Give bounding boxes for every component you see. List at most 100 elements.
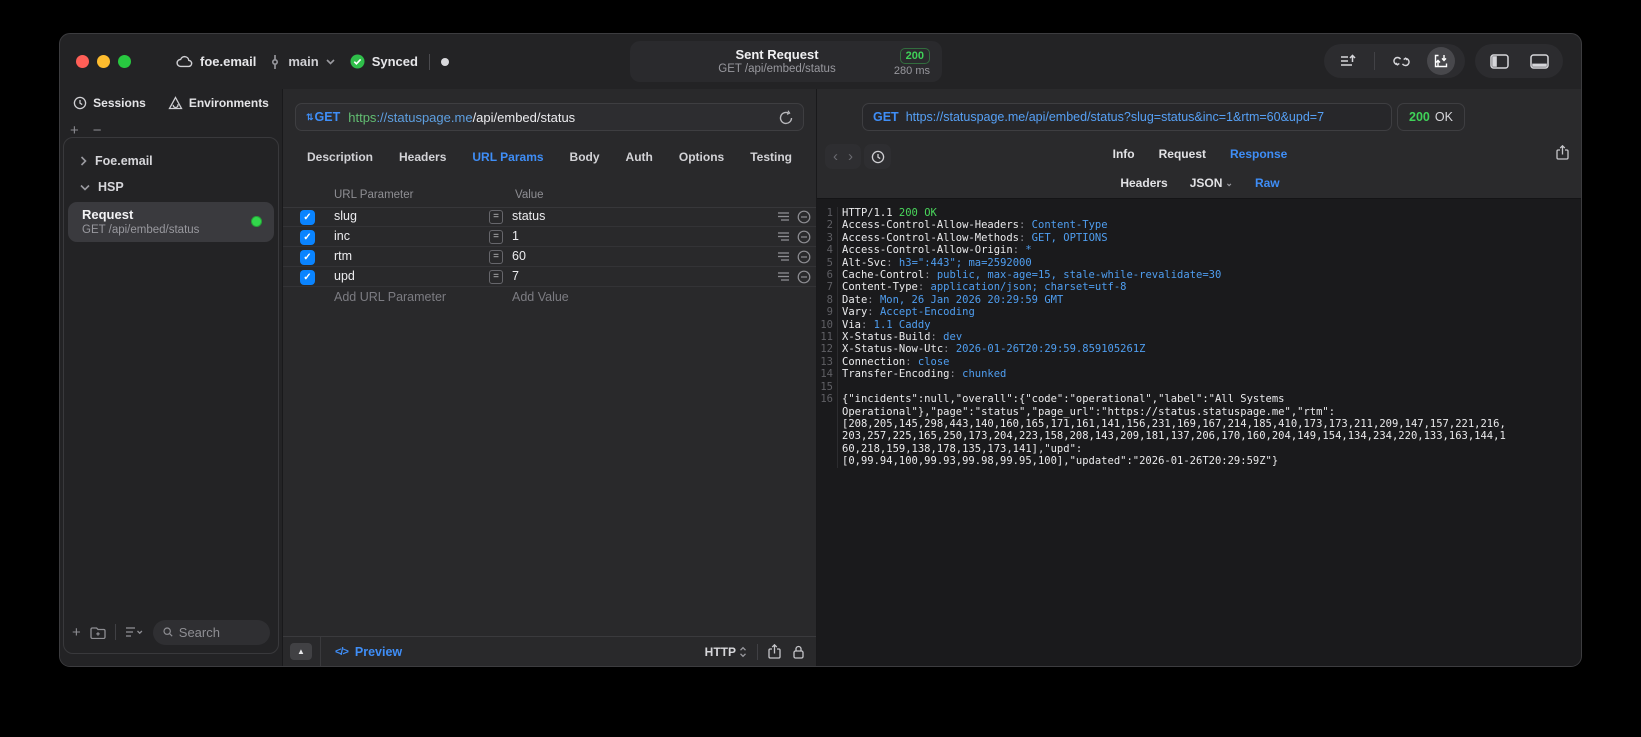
response-line: [208,205,145,298,443,140,160,165,171,161… <box>817 417 1581 431</box>
expand-panel-button[interactable]: ▲ <box>290 643 312 660</box>
code-segment: application/json; charset=utf-8 <box>930 281 1127 294</box>
request-list-item[interactable]: Request GET /api/embed/status <box>68 202 274 242</box>
remove-row-icon[interactable] <box>797 250 811 264</box>
toggle-bottom-panel-icon[interactable] <box>1525 47 1553 75</box>
search-icon <box>163 627 173 637</box>
line-content: Access-Control-Allow-Headers: Content-Ty… <box>838 219 1108 231</box>
remove-row-icon[interactable] <box>797 270 811 284</box>
line-number: 7 <box>817 281 838 294</box>
sent-request-url[interactable]: GET https://statuspage.me/api/embed/stat… <box>862 103 1392 131</box>
row-options-icon[interactable] <box>777 211 790 222</box>
code-segment: Accept-Encoding <box>879 306 975 319</box>
share-request-icon[interactable] <box>768 644 781 659</box>
subtab-json[interactable]: JSON ⌄ <box>1190 176 1233 190</box>
branch-chevron-down-icon[interactable] <box>326 58 335 65</box>
line-number: 13 <box>817 355 838 369</box>
tab-headers[interactable]: Headers <box>399 150 446 164</box>
add-request-button[interactable]: + <box>72 624 81 641</box>
tab-testing[interactable]: Testing <box>750 150 792 164</box>
subtab-headers[interactable]: Headers <box>1120 176 1167 190</box>
request-title-pill[interactable]: Sent Request GET /api/embed/status 200 2… <box>630 41 942 82</box>
add-param-name-placeholder[interactable]: Add URL Parameter <box>334 290 446 304</box>
export-response-icon[interactable] <box>1556 145 1569 160</box>
code-segment: Connection <box>842 355 906 368</box>
response-line: Operational"},"page":"status","page_url"… <box>817 405 1581 418</box>
resend-request-icon[interactable] <box>779 109 793 125</box>
line-number: 15 <box>817 380 838 394</box>
param-value-field[interactable]: 60 <box>512 249 526 263</box>
add-param-value-placeholder[interactable]: Add Value <box>512 290 569 304</box>
param-checkbox[interactable]: ✓ <box>300 230 315 245</box>
code-segment: : <box>886 256 899 269</box>
request-url-text[interactable]: https://statuspage.me/api/embed/status <box>348 110 575 125</box>
protocol-selector[interactable]: HTTP <box>705 645 747 659</box>
tab-options[interactable]: Options <box>679 150 724 164</box>
param-name-field[interactable]: inc <box>334 229 350 243</box>
param-checkbox[interactable]: ✓ <box>300 250 315 265</box>
subtab-raw[interactable]: Raw <box>1255 176 1280 190</box>
line-number: 6 <box>817 269 838 282</box>
lock-icon[interactable] <box>793 645 804 659</box>
code-segment: : <box>930 331 944 344</box>
row-options-icon[interactable] <box>777 251 790 262</box>
response-line: [0,99.94,100,99.93,99.98,99.95,100],"upd… <box>817 455 1581 468</box>
param-value-field[interactable]: 7 <box>512 269 519 283</box>
tab-request[interactable]: Request <box>1159 147 1206 161</box>
response-subtabs: Headers JSON ⌄ Raw <box>817 176 1581 190</box>
request-url-bar[interactable]: ⇅ GET https://statuspage.me/api/embed/st… <box>295 103 804 131</box>
loop-sync-icon[interactable] <box>1387 47 1415 75</box>
line-content: HTTP/1.1 200 OK <box>838 207 937 219</box>
minimize-window-button[interactable] <box>97 55 110 68</box>
param-row-rtm: ✓ rtm = 60 <box>283 247 816 267</box>
equals-icon: = <box>489 210 503 224</box>
code-icon: </> <box>335 645 349 658</box>
toggle-left-panel-icon[interactable] <box>1485 47 1513 75</box>
method-selector[interactable]: ⇅ GET <box>306 110 340 124</box>
param-name-field[interactable]: upd <box>334 269 355 283</box>
param-value-field[interactable]: status <box>512 209 545 223</box>
param-checkbox[interactable]: ✓ <box>300 270 315 285</box>
search-input[interactable] <box>178 624 260 640</box>
tree-item-hsp[interactable]: HSP <box>64 174 278 200</box>
tab-url-params[interactable]: URL Params <box>472 150 543 164</box>
tree-item-foe-email[interactable]: Foe.email <box>64 148 278 174</box>
line-content: Connection: close <box>838 356 949 368</box>
code-segment: Content-Type <box>1031 219 1108 232</box>
tab-auth[interactable]: Auth <box>626 150 653 164</box>
send-receive-icon[interactable] <box>1427 47 1455 75</box>
request-tabs: Description Headers URL Params Body Auth Opti… <box>283 144 816 170</box>
line-content <box>838 381 848 393</box>
response-line: 5 Alt-Svc: h3=":443"; ma=2592000 <box>817 256 1581 270</box>
sort-list-icon[interactable] <box>1334 47 1362 75</box>
row-options-icon[interactable] <box>777 271 790 282</box>
tab-sessions[interactable]: Sessions <box>73 96 146 110</box>
tab-body[interactable]: Body <box>570 150 600 164</box>
tab-response[interactable]: Response <box>1230 147 1287 161</box>
tab-environments[interactable]: Environments <box>168 96 269 110</box>
param-row-upd: ✓ upd = 7 <box>283 267 816 287</box>
tab-info[interactable]: Info <box>1113 147 1135 161</box>
response-line: 15 <box>817 380 1581 394</box>
sidebar-bottom-divider <box>114 624 116 640</box>
close-window-button[interactable] <box>76 55 89 68</box>
workspace-name[interactable]: foe.email <box>200 54 256 69</box>
new-folder-icon[interactable] <box>90 626 106 639</box>
sync-status[interactable]: Synced <box>372 54 418 69</box>
zoom-window-button[interactable] <box>118 55 131 68</box>
branch-name[interactable]: main <box>288 54 318 69</box>
remove-row-icon[interactable] <box>797 210 811 224</box>
param-name-field[interactable]: rtm <box>334 249 352 263</box>
line-content: Access-Control-Allow-Origin: * <box>838 244 1032 256</box>
param-value-field[interactable]: 1 <box>512 229 519 243</box>
column-url-parameter: URL Parameter <box>334 189 414 201</box>
request-item-title: Request <box>82 207 134 222</box>
line-content: Via: 1.1 Caddy <box>838 319 931 331</box>
row-options-icon[interactable] <box>777 231 790 242</box>
remove-row-icon[interactable] <box>797 230 811 244</box>
tab-description[interactable]: Description <box>307 150 373 164</box>
filter-list-icon[interactable] <box>125 626 144 638</box>
preview-button[interactable]: </> Preview <box>335 645 402 659</box>
code-segment: X-Status-Now-Utc <box>842 343 944 356</box>
param-name-field[interactable]: slug <box>334 209 357 223</box>
param-checkbox[interactable]: ✓ <box>300 210 315 225</box>
